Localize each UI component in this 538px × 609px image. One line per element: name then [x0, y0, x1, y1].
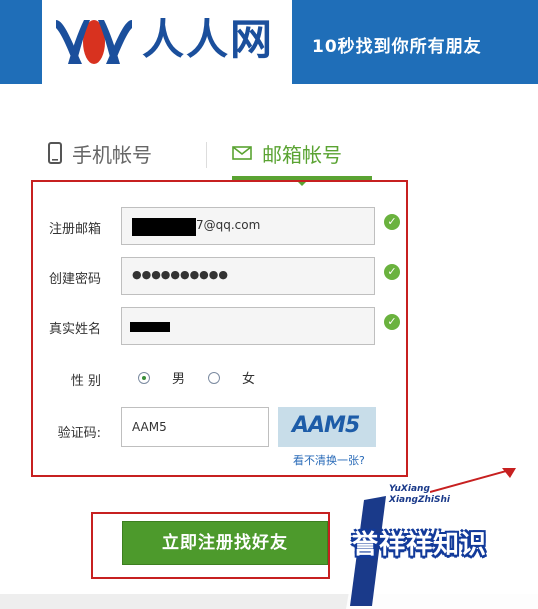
password-value: ●●●●●●●●●●	[132, 268, 228, 281]
watermark-caption: YuXiang XiangZhiShi	[389, 484, 450, 506]
gender-female-radio[interactable]	[208, 372, 220, 384]
email-label: 注册邮箱	[48, 222, 101, 237]
email-valid-check-icon: ✓	[384, 214, 400, 230]
gender-label: 性 别	[70, 374, 101, 389]
captcha-input[interactable]: AAM5	[121, 407, 269, 447]
captcha-label: 验证码:	[57, 426, 101, 441]
password-field[interactable]: ●●●●●●●●●●	[121, 257, 375, 295]
header-left-strip	[0, 0, 42, 84]
password-label: 创建密码	[48, 272, 101, 287]
tab-phone-label: 手机帐号	[72, 142, 152, 167]
gender-male-label: 男	[172, 372, 186, 387]
redacted-block	[130, 322, 170, 332]
captcha-value: AAM5	[132, 420, 167, 434]
site-header: 人人网 10秒找到你所有朋友	[0, 0, 538, 84]
captcha-image-text: AAM5	[292, 413, 360, 438]
tab-email-account[interactable]: 邮箱帐号	[232, 130, 342, 176]
captcha-refresh-link[interactable]: 看不清换一张?	[293, 452, 365, 468]
tab-phone-account[interactable]: 手机帐号	[48, 130, 152, 176]
gender-female-label: 女	[242, 372, 256, 387]
watermark-title: 誉祥祥知识	[352, 530, 488, 560]
tab-divider	[206, 142, 207, 168]
register-submit-button[interactable]: 立即注册找好友	[122, 521, 328, 565]
tab-email-label: 邮箱帐号	[262, 142, 342, 167]
renren-logo-icon	[56, 20, 132, 64]
slogan-text: 10秒找到你所有朋友	[312, 37, 482, 57]
name-valid-check-icon: ✓	[384, 314, 400, 330]
gender-male-radio[interactable]	[138, 372, 150, 384]
logo-area[interactable]: 人人网	[42, 0, 292, 84]
slogan-banner: 10秒找到你所有朋友	[292, 0, 538, 84]
account-type-tabs: 手机帐号 邮箱帐号	[40, 130, 510, 186]
email-value: 7@qq.com	[196, 218, 261, 232]
email-field[interactable]: 7@qq.com	[121, 207, 375, 245]
name-label: 真实姓名	[48, 322, 101, 337]
password-valid-check-icon: ✓	[384, 264, 400, 280]
brand-name: 人人网	[142, 15, 275, 64]
name-field[interactable]	[121, 307, 375, 345]
captcha-image[interactable]: AAM5	[278, 407, 376, 447]
phone-icon	[48, 142, 62, 164]
watermark-line1: YuXiang	[389, 484, 430, 494]
watermark-line2: XiangZhiShi	[389, 495, 450, 505]
redacted-block	[132, 218, 196, 236]
envelope-icon	[232, 146, 252, 160]
